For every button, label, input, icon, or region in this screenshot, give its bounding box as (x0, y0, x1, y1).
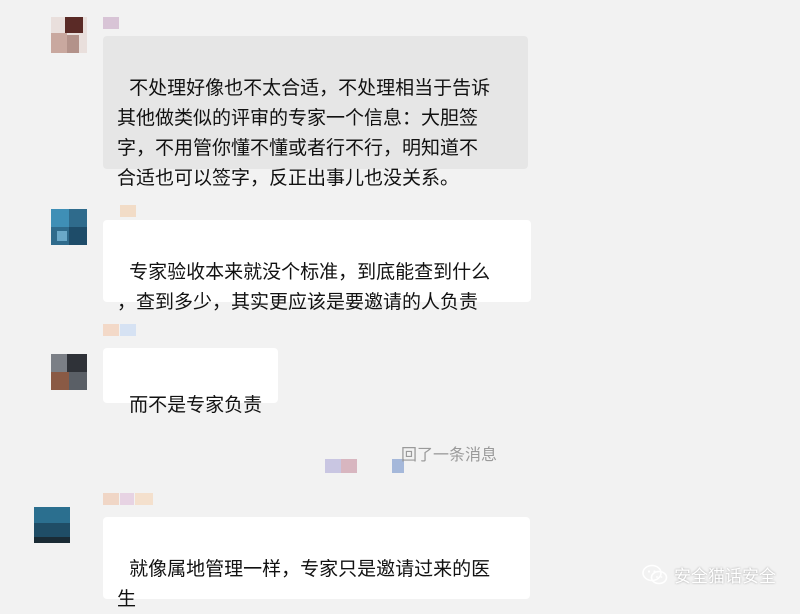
recall-notice: 回了一条消息 (401, 445, 498, 464)
message-text: 专家验收本来就没个标准，到底能查到什么 ，查到多少，其实更应该是要邀请的人负责 (117, 261, 491, 313)
blurred-name (341, 459, 357, 473)
message-text: 不处理好像也不太合适，不处理相当于告诉 其他做类似的评审的专家一个信息：大胆签 … (117, 77, 491, 189)
message-bubble[interactable]: 就像属地管理一样，专家只是邀请过来的医 生 (103, 517, 530, 610)
wechat-icon (642, 564, 668, 586)
message-bubble[interactable]: 不处理好像也不太合适，不处理相当于告诉 其他做类似的评审的专家一个信息：大胆签 … (103, 36, 528, 189)
avatar[interactable] (34, 507, 70, 543)
avatar[interactable] (51, 17, 87, 53)
message-bubble[interactable]: 专家验收本来就没个标准，到底能查到什么 ，查到多少，其实更应该是要邀请的人负责 (103, 220, 531, 313)
avatar[interactable] (51, 354, 87, 390)
message-text: 就像属地管理一样，专家只是邀请过来的医 生 (117, 558, 491, 610)
message-text: 而不是专家负责 (129, 394, 263, 416)
watermark-text: 安全猫话安全 (674, 567, 776, 587)
avatar[interactable] (51, 209, 87, 245)
message-bubble[interactable]: 而不是专家负责 (103, 348, 278, 416)
watermark: 安全猫话安全 (642, 562, 776, 587)
